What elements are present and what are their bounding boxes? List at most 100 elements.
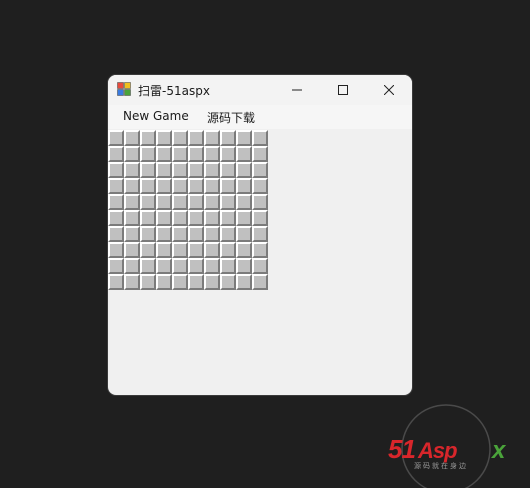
- mine-cell[interactable]: [252, 194, 268, 210]
- mine-cell[interactable]: [156, 226, 172, 242]
- mine-cell[interactable]: [108, 178, 124, 194]
- mine-cell[interactable]: [204, 258, 220, 274]
- mine-cell[interactable]: [156, 162, 172, 178]
- mine-cell[interactable]: [220, 178, 236, 194]
- mine-cell[interactable]: [252, 274, 268, 290]
- mine-cell[interactable]: [140, 226, 156, 242]
- mine-cell[interactable]: [140, 194, 156, 210]
- minimize-button[interactable]: [274, 75, 320, 105]
- mine-cell[interactable]: [252, 210, 268, 226]
- mine-cell[interactable]: [252, 162, 268, 178]
- mine-cell[interactable]: [252, 226, 268, 242]
- mine-cell[interactable]: [156, 146, 172, 162]
- mine-cell[interactable]: [220, 146, 236, 162]
- mine-cell[interactable]: [124, 226, 140, 242]
- mine-cell[interactable]: [252, 258, 268, 274]
- mine-cell[interactable]: [124, 258, 140, 274]
- maximize-button[interactable]: [320, 75, 366, 105]
- mine-cell[interactable]: [236, 210, 252, 226]
- mine-cell[interactable]: [156, 178, 172, 194]
- mine-cell[interactable]: [172, 146, 188, 162]
- mine-cell[interactable]: [204, 146, 220, 162]
- mine-cell[interactable]: [188, 178, 204, 194]
- mine-cell[interactable]: [156, 210, 172, 226]
- mine-cell[interactable]: [204, 162, 220, 178]
- mine-cell[interactable]: [252, 242, 268, 258]
- mine-cell[interactable]: [236, 258, 252, 274]
- close-button[interactable]: [366, 75, 412, 105]
- mine-cell[interactable]: [172, 194, 188, 210]
- mine-cell[interactable]: [220, 274, 236, 290]
- mine-cell[interactable]: [108, 162, 124, 178]
- mine-cell[interactable]: [108, 194, 124, 210]
- mine-cell[interactable]: [108, 210, 124, 226]
- mine-cell[interactable]: [252, 130, 268, 146]
- mine-cell[interactable]: [188, 274, 204, 290]
- mine-cell[interactable]: [140, 210, 156, 226]
- mine-cell[interactable]: [188, 130, 204, 146]
- mine-cell[interactable]: [204, 242, 220, 258]
- mine-cell[interactable]: [172, 274, 188, 290]
- mine-cell[interactable]: [204, 178, 220, 194]
- mine-cell[interactable]: [252, 178, 268, 194]
- mine-cell[interactable]: [108, 130, 124, 146]
- mine-cell[interactable]: [156, 258, 172, 274]
- mine-cell[interactable]: [204, 210, 220, 226]
- mine-cell[interactable]: [124, 210, 140, 226]
- mine-cell[interactable]: [108, 242, 124, 258]
- menu-new-game[interactable]: New Game: [123, 109, 189, 123]
- mine-cell[interactable]: [140, 178, 156, 194]
- mine-cell[interactable]: [156, 130, 172, 146]
- mine-cell[interactable]: [236, 178, 252, 194]
- mine-cell[interactable]: [172, 130, 188, 146]
- mine-cell[interactable]: [124, 194, 140, 210]
- mine-cell[interactable]: [124, 178, 140, 194]
- mine-cell[interactable]: [220, 226, 236, 242]
- mine-cell[interactable]: [220, 130, 236, 146]
- mine-cell[interactable]: [236, 226, 252, 242]
- mine-cell[interactable]: [172, 162, 188, 178]
- mine-cell[interactable]: [140, 274, 156, 290]
- mine-cell[interactable]: [172, 178, 188, 194]
- mine-cell[interactable]: [140, 162, 156, 178]
- mine-cell[interactable]: [124, 146, 140, 162]
- mine-cell[interactable]: [188, 226, 204, 242]
- mine-cell[interactable]: [220, 242, 236, 258]
- mine-cell[interactable]: [236, 194, 252, 210]
- mine-cell[interactable]: [140, 146, 156, 162]
- mine-cell[interactable]: [204, 226, 220, 242]
- mine-cell[interactable]: [188, 162, 204, 178]
- mine-cell[interactable]: [188, 210, 204, 226]
- mine-cell[interactable]: [124, 274, 140, 290]
- mine-cell[interactable]: [252, 146, 268, 162]
- menu-source-download[interactable]: 源码下载: [207, 109, 255, 126]
- mine-cell[interactable]: [220, 162, 236, 178]
- mine-cell[interactable]: [236, 146, 252, 162]
- mine-cell[interactable]: [156, 242, 172, 258]
- mine-cell[interactable]: [108, 226, 124, 242]
- mine-cell[interactable]: [188, 242, 204, 258]
- mine-cell[interactable]: [108, 274, 124, 290]
- mine-cell[interactable]: [204, 274, 220, 290]
- mine-cell[interactable]: [188, 258, 204, 274]
- mine-cell[interactable]: [140, 130, 156, 146]
- mine-cell[interactable]: [236, 242, 252, 258]
- mine-cell[interactable]: [220, 210, 236, 226]
- mine-cell[interactable]: [172, 242, 188, 258]
- title-bar[interactable]: 扫雷-51aspx: [108, 75, 412, 105]
- mine-cell[interactable]: [124, 130, 140, 146]
- mine-cell[interactable]: [188, 194, 204, 210]
- mine-cell[interactable]: [204, 130, 220, 146]
- mine-cell[interactable]: [236, 162, 252, 178]
- mine-cell[interactable]: [172, 226, 188, 242]
- mine-cell[interactable]: [236, 274, 252, 290]
- mine-cell[interactable]: [220, 258, 236, 274]
- mine-cell[interactable]: [236, 130, 252, 146]
- mine-cell[interactable]: [204, 194, 220, 210]
- mine-cell[interactable]: [188, 146, 204, 162]
- mine-cell[interactable]: [124, 242, 140, 258]
- mine-cell[interactable]: [108, 258, 124, 274]
- mine-cell[interactable]: [140, 242, 156, 258]
- mine-cell[interactable]: [140, 258, 156, 274]
- mine-cell[interactable]: [156, 194, 172, 210]
